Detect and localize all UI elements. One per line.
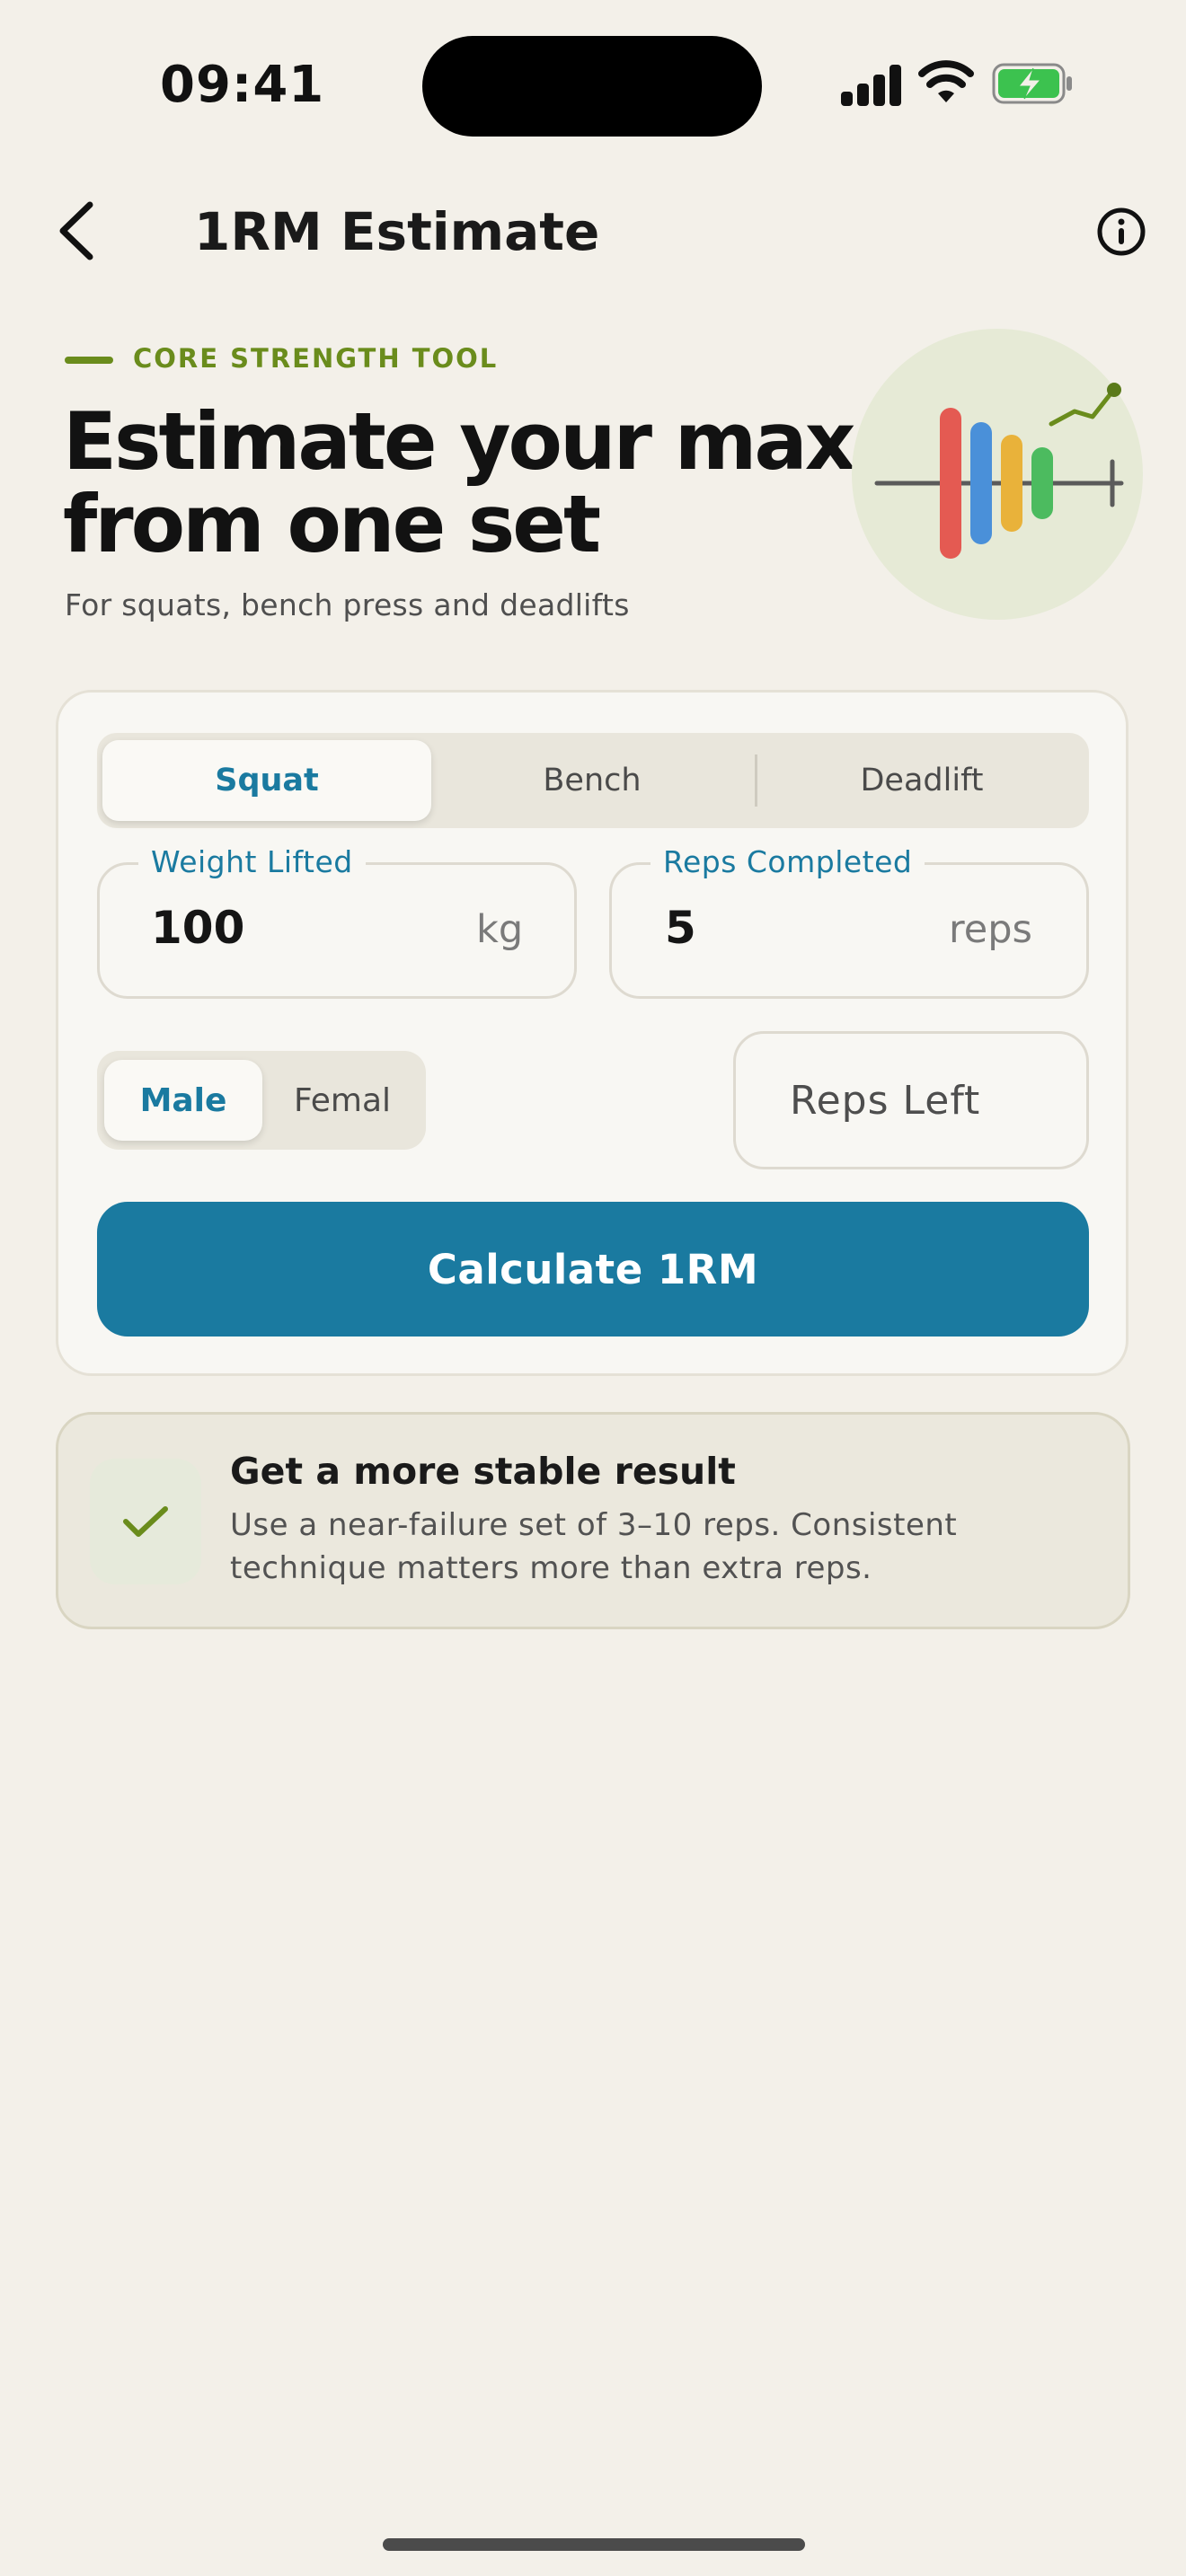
- home-indicator[interactable]: [383, 2538, 805, 2551]
- checkmark-icon: [123, 1506, 168, 1537]
- hero-headline: Estimate your max from one set: [63, 395, 856, 570]
- reps-left-input[interactable]: Reps Left: [733, 1031, 1089, 1169]
- reps-value[interactable]: 5: [665, 902, 696, 954]
- lift-type-segmented-control: Squat Bench Deadlift: [97, 733, 1089, 828]
- barbell-chart-illustration: [852, 329, 1143, 620]
- tab-deadlift[interactable]: Deadlift: [760, 740, 1084, 821]
- cellular-signal-icon: [841, 65, 901, 106]
- tip-title: Get a more stable result: [230, 1450, 736, 1493]
- dynamic-island: [422, 36, 762, 137]
- calculate-button[interactable]: Calculate 1RM: [97, 1202, 1089, 1337]
- hero-headline-line1: Estimate your max: [63, 395, 856, 488]
- eyebrow-label: CORE STRENGTH TOOL: [133, 343, 499, 374]
- segment-divider: [755, 754, 757, 807]
- page-title: 1RM Estimate: [194, 201, 600, 262]
- hero-subhead: For squats, bench press and deadlifts: [65, 587, 630, 622]
- reps-field-label: Reps Completed: [651, 844, 925, 879]
- weight-unit: kg: [476, 907, 524, 952]
- sex-segmented-control: Male Femal: [97, 1051, 426, 1150]
- chevron-left-icon[interactable]: [54, 199, 101, 262]
- tip-body: Use a near-failure set of 3–10 reps. Con…: [230, 1507, 958, 1586]
- battery-charging-icon: [992, 63, 1072, 104]
- reps-unit: reps: [949, 907, 1032, 952]
- eyebrow-accent-line: [65, 357, 113, 364]
- info-circle-icon[interactable]: [1096, 207, 1146, 257]
- hero-headline-line2: from one set: [63, 478, 601, 570]
- tip-icon-badge: [90, 1459, 201, 1584]
- tab-bench[interactable]: Bench: [433, 740, 751, 821]
- status-time: 09:41: [160, 56, 325, 114]
- wifi-icon: [918, 60, 974, 102]
- weight-field-label: Weight Lifted: [138, 844, 366, 879]
- sex-option-female[interactable]: Femal: [266, 1060, 419, 1141]
- sex-option-male[interactable]: Male: [104, 1060, 262, 1141]
- weight-value[interactable]: 100: [151, 902, 244, 954]
- tab-squat[interactable]: Squat: [102, 740, 431, 821]
